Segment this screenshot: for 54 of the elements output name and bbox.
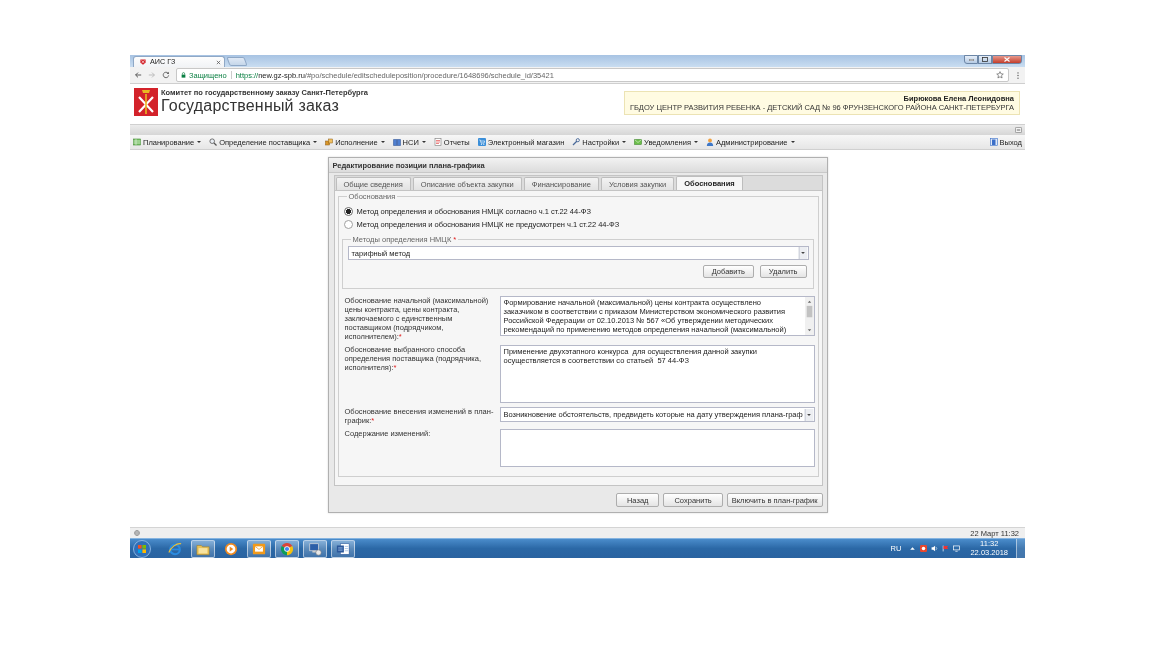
minimize-icon: [968, 58, 974, 61]
start-orb-icon[interactable]: [133, 539, 151, 558]
computer-icon: [308, 541, 322, 556]
lock-icon: [181, 72, 186, 78]
envelope-tile-icon: [252, 541, 266, 556]
crest-icon: [140, 59, 146, 65]
orbit-ring-icon: [168, 541, 182, 556]
collapse-icon[interactable]: [1015, 127, 1022, 133]
boxes-icon: [325, 138, 334, 146]
door-icon: [989, 138, 998, 146]
caret-icon: [313, 141, 318, 143]
document-icon: [433, 138, 442, 146]
scrollbar[interactable]: [804, 297, 814, 335]
envelope-icon: [634, 138, 643, 146]
taskbar-button[interactable]: [331, 539, 355, 558]
crest-logo-icon: [134, 88, 158, 116]
close-icon: [1004, 57, 1010, 62]
star-icon[interactable]: [996, 71, 1004, 79]
table-icon: [133, 138, 141, 146]
speaker-icon[interactable]: [931, 545, 939, 552]
radio-button[interactable]: [343, 207, 353, 216]
play-icon: [224, 541, 238, 556]
caret-icon: [421, 141, 426, 143]
wrench-icon: [572, 138, 581, 146]
taskbar-button[interactable]: [275, 539, 299, 558]
caret-icon: [622, 141, 627, 143]
taskbar-button[interactable]: [247, 539, 271, 558]
show-desktop-button[interactable]: [1016, 539, 1025, 558]
app-tray-icon[interactable]: [920, 545, 928, 552]
tray-expand-icon[interactable]: [909, 545, 917, 552]
maximize-button[interactable]: [978, 55, 992, 64]
caret-icon: [790, 141, 795, 143]
close-icon[interactable]: [216, 59, 221, 65]
taskbar-button[interactable]: [303, 539, 327, 558]
magnifier-icon: [209, 138, 218, 146]
monitor-icon[interactable]: [953, 545, 961, 552]
caret-icon: [197, 141, 202, 143]
reload-icon[interactable]: [162, 71, 170, 79]
segmented-circle-icon: [280, 541, 294, 556]
maximize-icon: [982, 57, 988, 62]
taskbar-button[interactable]: [191, 539, 215, 558]
caret-icon: [380, 141, 385, 143]
flag-icon[interactable]: [942, 545, 950, 552]
radio-button[interactable]: [343, 220, 353, 229]
book-icon: [392, 138, 401, 146]
text-area[interactable]: [499, 429, 815, 467]
new-tab-button[interactable]: [226, 57, 248, 66]
close-button[interactable]: [992, 55, 1022, 64]
site-title: Государственный заказ: [161, 97, 341, 115]
person-icon: [706, 138, 714, 146]
cart-icon: [477, 138, 486, 146]
back-arrow-icon[interactable]: [134, 71, 142, 79]
minimize-button[interactable]: [964, 55, 978, 64]
caret-icon: [694, 141, 698, 143]
